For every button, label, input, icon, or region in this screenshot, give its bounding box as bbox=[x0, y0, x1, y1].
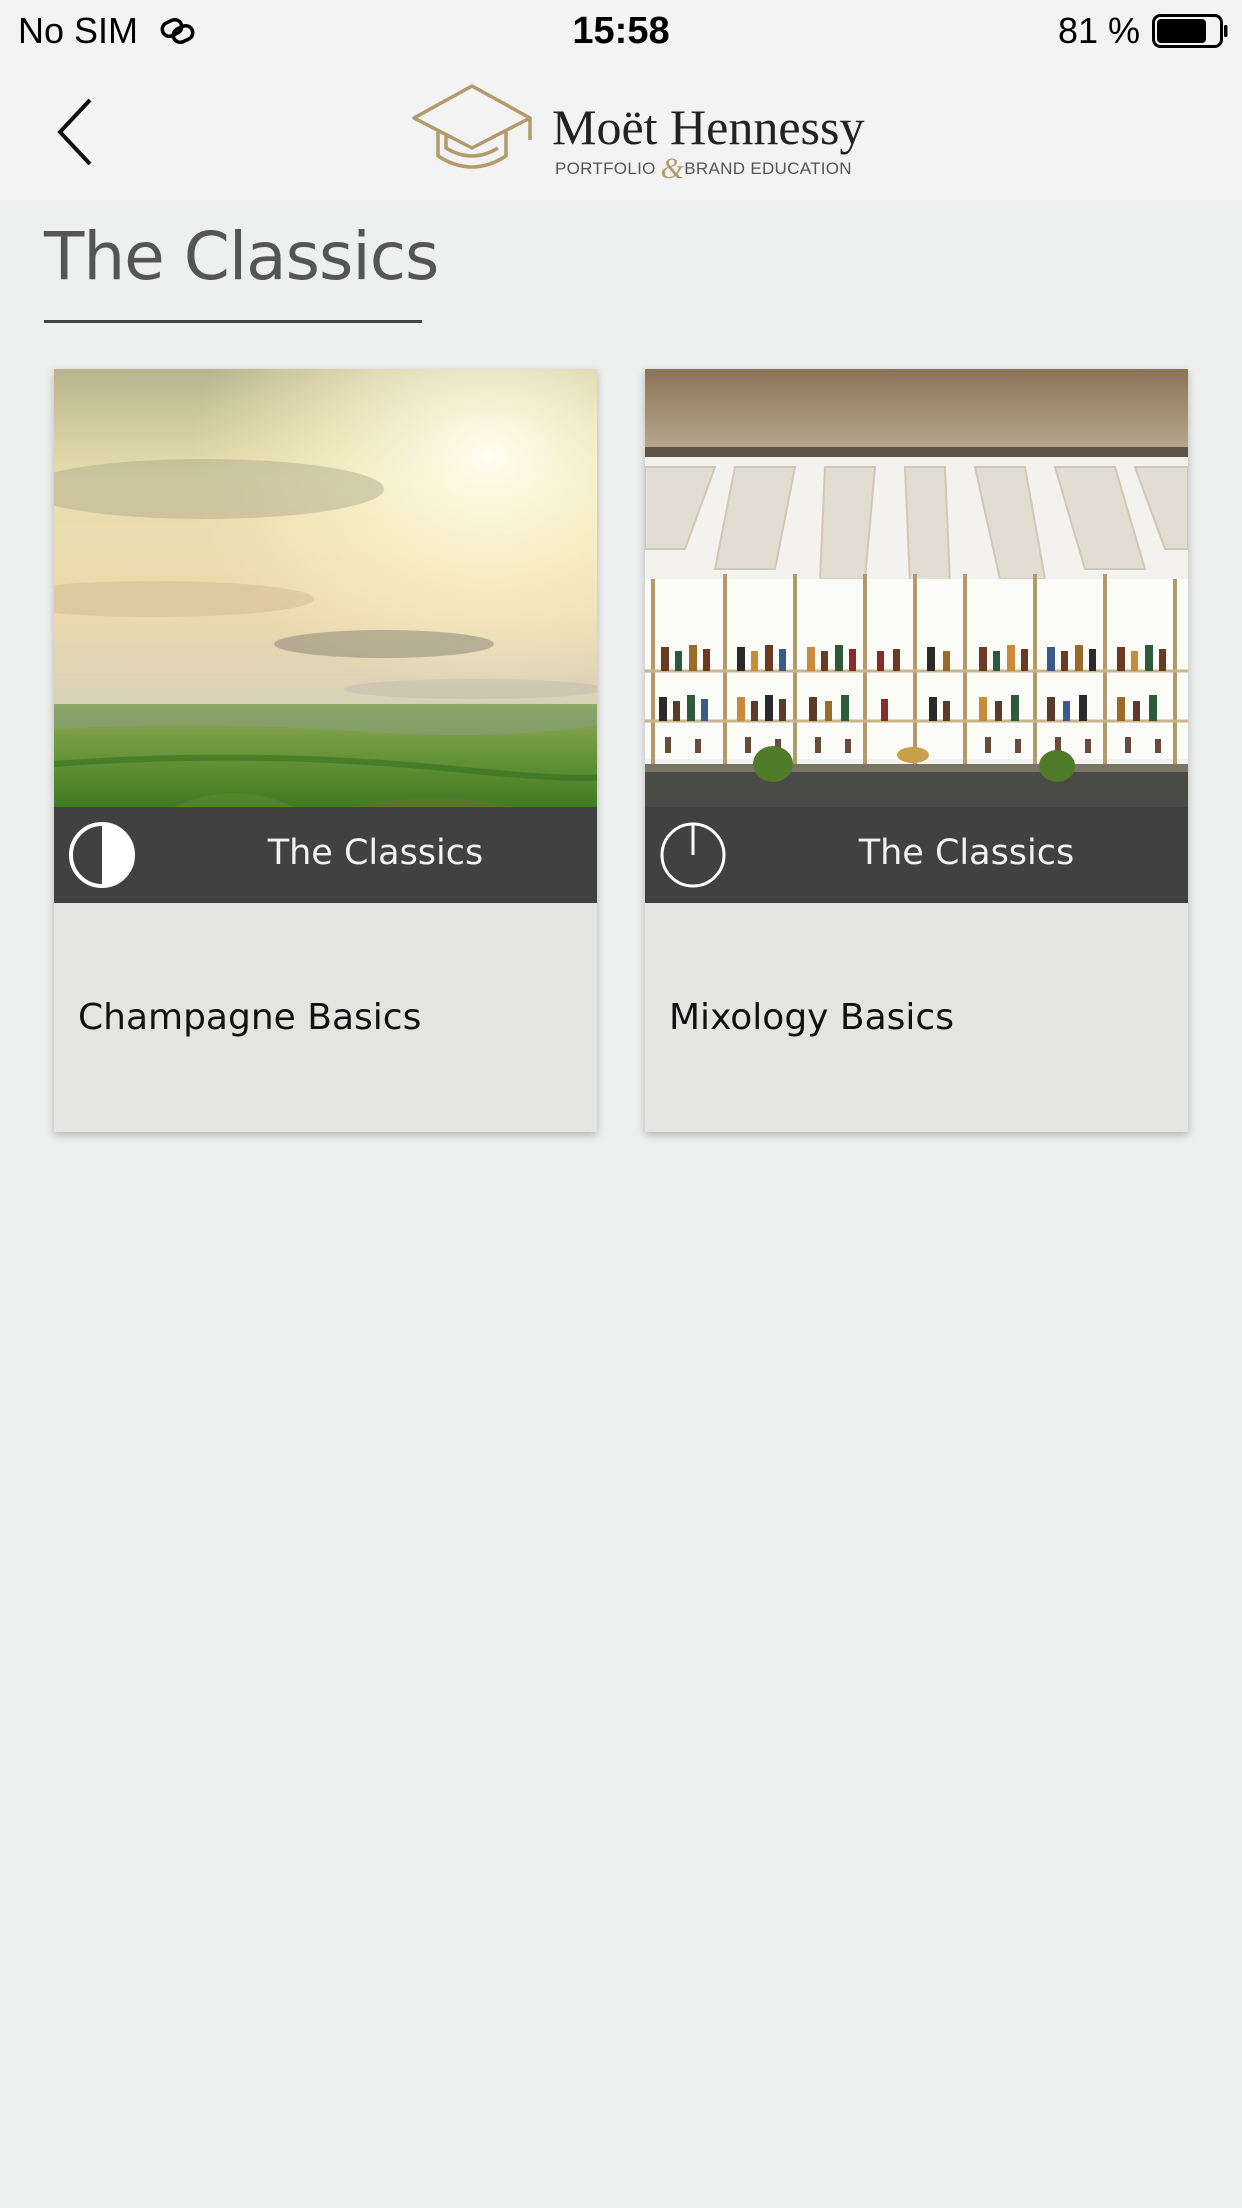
card-category-label: The Classics bbox=[858, 833, 1075, 873]
battery-percent: 81 % bbox=[1057, 10, 1140, 51]
bar-interior-image bbox=[645, 369, 1188, 807]
brand-logo: Moët Hennessy PORTFOLIO &BRAND EDUCATION bbox=[410, 82, 864, 185]
navigation-bar: Moët Hennessy PORTFOLIO &BRAND EDUCATION bbox=[0, 62, 1242, 200]
status-bar: No SIM 15:58 81 % bbox=[0, 0, 1242, 62]
chevron-left-icon bbox=[57, 98, 92, 166]
card-title: Mixology Basics bbox=[669, 997, 954, 1038]
card-image-bar bbox=[645, 369, 1188, 807]
progress-empty-icon bbox=[660, 822, 726, 888]
logo-ampersand: & bbox=[660, 152, 685, 185]
graduation-cap-icon bbox=[412, 84, 532, 169]
battery-icon bbox=[1152, 14, 1228, 48]
logo-tagline-right: BRAND EDUCATION bbox=[684, 159, 852, 178]
page-title: The Classics bbox=[44, 218, 439, 295]
logo-wordmark: Moët Hennessy bbox=[552, 99, 865, 155]
back-button[interactable] bbox=[44, 92, 104, 172]
card-category-label: The Classics bbox=[267, 833, 484, 873]
logo-tagline: PORTFOLIO &BRAND EDUCATION bbox=[555, 152, 852, 186]
logo-tagline-left: PORTFOLIO bbox=[555, 159, 656, 178]
title-underline bbox=[44, 320, 422, 323]
course-card-champagne-basics[interactable]: The Classics Champagne Basics bbox=[54, 369, 597, 1132]
battery-area: 81 % bbox=[1058, 10, 1228, 52]
card-image-vineyard bbox=[54, 369, 597, 807]
course-card-mixology-basics[interactable]: The Classics Mixology Basics bbox=[645, 369, 1188, 1132]
progress-half-icon bbox=[69, 822, 135, 888]
card-category-band: The Classics bbox=[645, 807, 1188, 903]
clock: 15:58 bbox=[572, 10, 670, 52]
card-title: Champagne Basics bbox=[78, 997, 422, 1038]
card-category-band: The Classics bbox=[54, 807, 597, 903]
vineyard-landscape-image bbox=[54, 369, 597, 807]
